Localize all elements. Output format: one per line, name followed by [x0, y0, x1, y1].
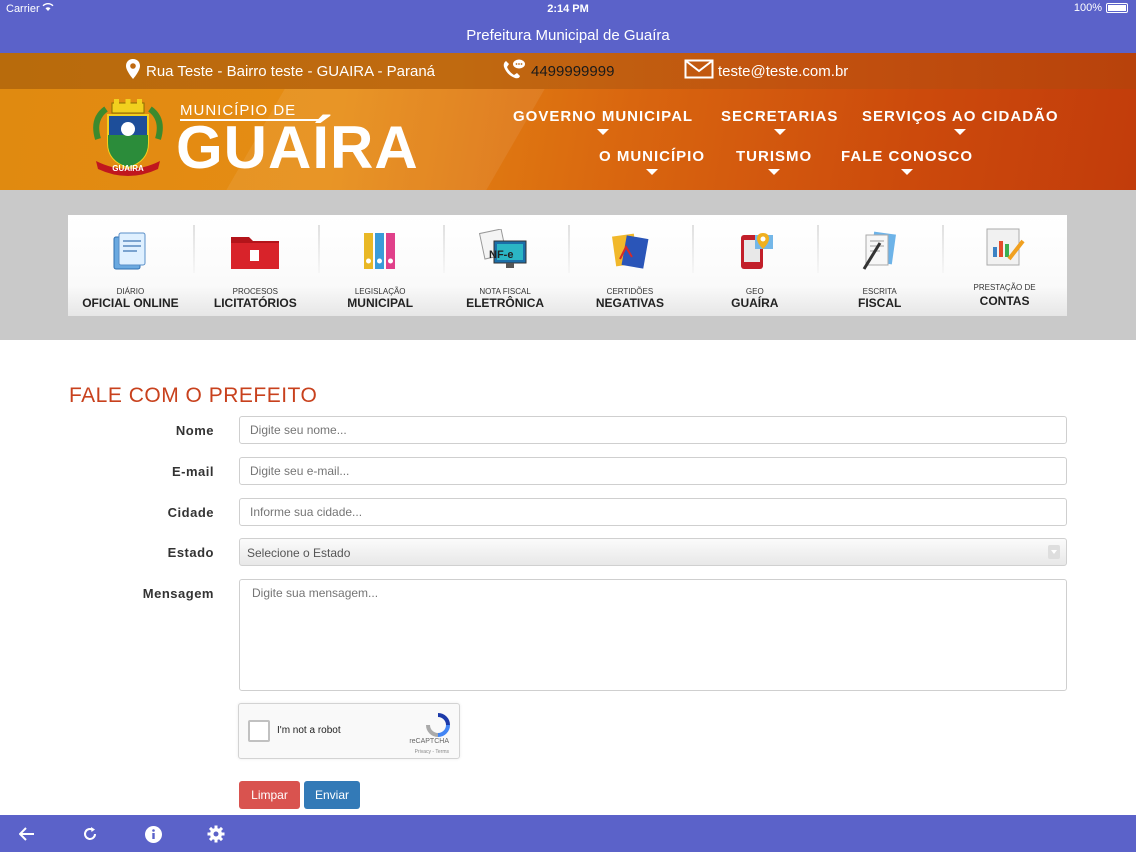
- dropdown-arrow-icon: [597, 129, 610, 135]
- dropdown-arrow-icon: [646, 169, 658, 175]
- send-button[interactable]: Enviar: [304, 781, 360, 809]
- cidade-input[interactable]: [239, 498, 1067, 526]
- menu-servicos-ao-cidadao[interactable]: SERVIÇOS AO CIDADÃO: [862, 108, 1059, 135]
- mensagem-label: Mensagem: [142, 586, 214, 601]
- dropdown-arrow-icon: [954, 129, 967, 135]
- phone-icon: [501, 58, 527, 84]
- contact-strip: Rua Teste - Bairro teste - GUAIRA - Para…: [0, 53, 1136, 89]
- menu-label: GOVERNO MUNICIPAL: [513, 108, 694, 125]
- phone-item[interactable]: 4499999999: [501, 58, 614, 84]
- tile-processos-licitatorios[interactable]: PROCESOS LICITATÓRIOS: [192, 215, 318, 316]
- documents-icon: [817, 229, 942, 273]
- nome-label: Nome: [175, 423, 214, 438]
- dropdown-arrow-icon: [773, 129, 786, 135]
- cidade-label: Cidade: [167, 505, 214, 520]
- municipal-crest-icon[interactable]: GUAIRA: [86, 99, 170, 181]
- menu-label: O MUNICÍPIO: [599, 148, 706, 165]
- tile-line-1: PROCESOS: [232, 287, 278, 296]
- menu-governo-municipal[interactable]: GOVERNO MUNICIPAL: [513, 108, 693, 135]
- tile-line-1: CERTIDÕES: [606, 287, 654, 296]
- tile-prestacao-de-contas[interactable]: PRESTAÇÃO DE CONTAS: [942, 215, 1067, 316]
- estado-select[interactable]: Selecione o Estado: [239, 538, 1067, 566]
- estado-label: Estado: [167, 545, 214, 560]
- tile-line-2: MUNICIPAL: [347, 296, 414, 310]
- phone-text: 4499999999: [531, 62, 615, 80]
- bottom-toolbar: [0, 815, 1136, 852]
- email-item[interactable]: teste@teste.com.br: [684, 58, 848, 84]
- nome-input[interactable]: [239, 416, 1067, 444]
- info-icon[interactable]: [143, 824, 163, 844]
- clear-button[interactable]: Limpar: [239, 781, 300, 809]
- svg-text:GUAIRA: GUAIRA: [112, 164, 144, 173]
- site-header: GUAIRA MUNICÍPIO DE GUAÍRA GOVERNO MUNIC…: [0, 89, 1136, 190]
- email-text: teste@teste.com.br: [718, 62, 849, 80]
- menu-label: TURISMO: [736, 148, 813, 165]
- tile-legislacao-municipal[interactable]: LEGISLAÇÃO MUNICIPAL: [317, 215, 443, 316]
- tile-line-1: LEGISLAÇÃO: [354, 287, 406, 296]
- tile-line-1: NOTA FISCAL: [479, 287, 531, 296]
- logo-title: GUAÍRA: [176, 114, 419, 181]
- recaptcha-widget: I'm not a robot reCAPTCHA Privacy - Term…: [238, 703, 460, 759]
- menu-turismo[interactable]: TURISMO: [736, 148, 812, 175]
- diario-icon: [68, 229, 193, 273]
- menu-fale-conosco[interactable]: FALE CONOSCO: [841, 148, 973, 175]
- email-label: E-mail: [171, 464, 214, 479]
- tile-certidoes-negativas[interactable]: CERTIDÕES NEGATIVAS: [567, 215, 693, 316]
- tile-line-1: DIÁRIO: [116, 287, 145, 296]
- recaptcha-links[interactable]: Privacy - Terms: [415, 749, 449, 755]
- tile-line-2: NEGATIVAS: [595, 296, 665, 310]
- svg-text:NF-e: NF-e: [489, 249, 513, 261]
- tile-line-2: OFICIAL ONLINE: [82, 296, 179, 310]
- menu-label: FALE CONOSCO: [841, 148, 974, 165]
- dropdown-arrow-icon: [901, 169, 913, 175]
- binders-icon: [318, 229, 443, 273]
- tile-line-2: LICITATÓRIOS: [213, 296, 297, 310]
- nfe-icon: NF-e: [443, 229, 568, 273]
- dropdown-arrow-icon: [768, 169, 781, 175]
- nav-title: Prefeitura Municipal de Guaíra: [0, 18, 1136, 53]
- tile-diario-oficial[interactable]: DIÁRIO OFICIAL ONLINE: [68, 215, 193, 316]
- tile-nota-fiscal-eletronica[interactable]: NF-e NOTA FISCAL ELETRÔNICA: [442, 215, 568, 316]
- back-arrow-icon[interactable]: [17, 824, 37, 844]
- certificates-icon: [568, 229, 693, 273]
- tile-line-2: GUAÍRA: [731, 296, 779, 310]
- clock-time: 2:14 PM: [547, 3, 589, 15]
- location-pin-icon: [124, 58, 142, 84]
- form-title: FALE COM O PREFEITO: [69, 384, 318, 407]
- tile-line-1: PRESTAÇÃO DE: [973, 283, 1036, 292]
- envelope-icon: [684, 58, 714, 84]
- chevron-down-icon: [1048, 545, 1060, 559]
- battery-percent: 100%: [1073, 2, 1102, 14]
- tile-line-1: GEO: [745, 287, 764, 296]
- address-text: Rua Teste - Bairro teste - GUAIRA - Para…: [146, 62, 436, 80]
- address-item: Rua Teste - Bairro teste - GUAIRA - Para…: [124, 58, 435, 84]
- battery-icon: [1106, 3, 1128, 13]
- menu-label: SECRETARIAS: [721, 108, 839, 125]
- battery-indicator: 100%: [1074, 2, 1128, 14]
- report-icon: [942, 225, 1067, 269]
- recaptcha-brand: reCAPTCHA: [409, 738, 449, 745]
- status-bar: Carrier 2:14 PM 100%: [0, 0, 1136, 18]
- services-bar: DIÁRIO OFICIAL ONLINE PROCESOS LICITATÓR…: [68, 215, 1067, 316]
- tile-line-1: ESCRITA: [862, 287, 897, 296]
- map-icon: [692, 229, 817, 273]
- settings-gear-icon[interactable]: [206, 824, 226, 844]
- tile-line-2: FISCAL: [858, 296, 902, 310]
- recaptcha-checkbox[interactable]: [248, 720, 270, 742]
- menu-o-municipio[interactable]: O MUNICÍPIO: [599, 148, 705, 175]
- menu-secretarias[interactable]: SECRETARIAS: [721, 108, 838, 135]
- tile-line-2: ELETRÔNICA: [466, 296, 545, 310]
- tile-line-2: CONTAS: [979, 294, 1030, 308]
- tile-geo-guaira[interactable]: GEO GUAÍRA: [692, 215, 817, 316]
- refresh-icon[interactable]: [80, 824, 100, 844]
- mensagem-textarea[interactable]: [239, 579, 1067, 691]
- folder-icon: [193, 229, 318, 273]
- email-input[interactable]: [239, 457, 1067, 485]
- estado-select-value: Selecione o Estado: [247, 546, 351, 560]
- recaptcha-label: I'm not a robot: [277, 725, 341, 736]
- tile-escrita-fiscal[interactable]: ESCRITA FISCAL: [817, 215, 942, 316]
- menu-label: SERVIÇOS AO CIDADÃO: [862, 108, 1059, 125]
